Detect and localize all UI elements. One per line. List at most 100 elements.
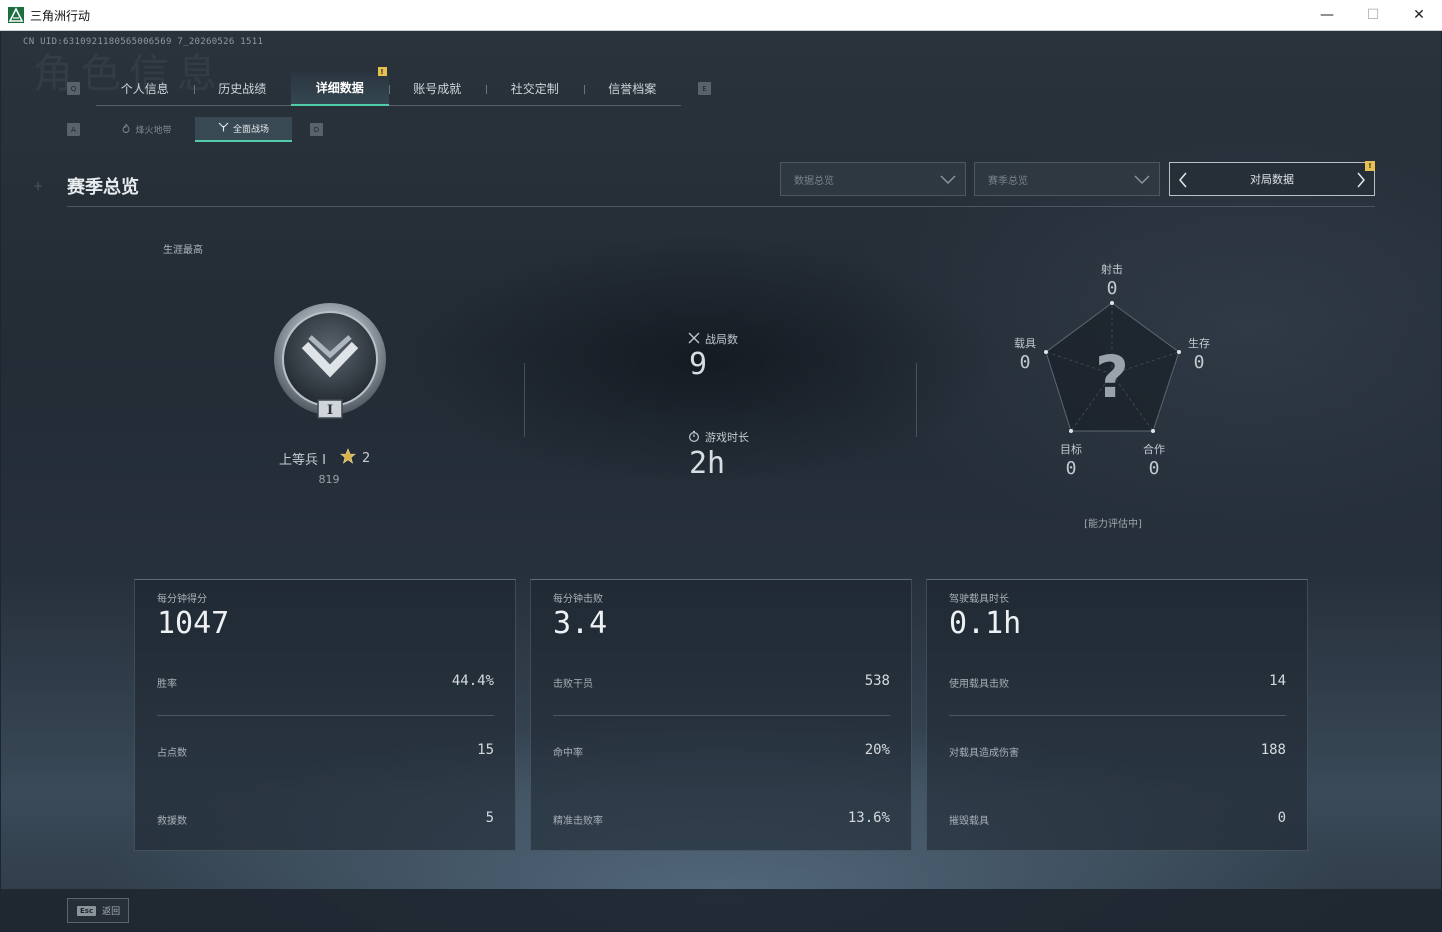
subtab-warfare[interactable]: 全面战场: [195, 117, 292, 142]
section-divider: [67, 206, 1375, 207]
row-label: 命中率: [553, 748, 583, 759]
row-label: 使用载具击败: [949, 679, 1009, 690]
subtab-label: 烽火地带: [135, 126, 172, 136]
notification-badge: !: [377, 67, 387, 76]
card-row: 命中率 20%: [553, 740, 890, 762]
maximize-button[interactable]: ☐: [1350, 0, 1396, 30]
playtime-value: 2h: [689, 446, 726, 481]
playtime-label-text: 游戏时长: [705, 431, 749, 444]
tab-history[interactable]: 历史战绩: [193, 71, 292, 106]
stat-card-kills: 每分钟击败 3.4 击败干员 538 命中率 20% 精准击败率 13.6%: [530, 579, 912, 851]
tab-label: 账号成就: [413, 82, 462, 96]
flame-icon: [121, 123, 131, 136]
esc-key-hint: Esc: [77, 905, 97, 916]
radar-value-shooting: 0: [1106, 278, 1118, 299]
card-divider: [553, 715, 890, 716]
window-titlebar: 三角洲行动 — ☐ ✕: [0, 0, 1442, 31]
row-value: 13.6%: [847, 810, 890, 826]
back-button[interactable]: Esc 返回: [67, 898, 129, 923]
chevron-down-icon: [1133, 171, 1151, 190]
card-main-value: 0.1h: [949, 606, 1022, 641]
player-uid: CN UID:6310921180565006569 7_20260526 15…: [23, 37, 264, 47]
match-data-pager[interactable]: 对局数据 !: [1169, 161, 1375, 196]
matches-value: 9: [689, 347, 708, 382]
card-row: 占点数 15: [157, 740, 494, 762]
card-title: 每分钟得分: [157, 594, 207, 605]
season-dropdown[interactable]: 赛季总览: [974, 162, 1160, 196]
stat-card-vehicle: 驾驶载具时长 0.1h 使用载具击败 14 对载具造成伤害 188 摧毁载具 0: [926, 579, 1308, 851]
radar-status-note: [能力评估中]: [1084, 519, 1142, 530]
rank-roman-numeral: I: [327, 403, 333, 418]
matches-label: 战局数: [688, 331, 738, 347]
main-tabs: 个人信息 历史战绩 详细数据! 账号成就 社交定制 信誉档案: [96, 67, 682, 106]
decor-cross-icon: +: [33, 179, 44, 193]
card-row: 救援数 5: [157, 808, 494, 830]
tab-achievements[interactable]: 账号成就: [388, 71, 487, 106]
row-label: 救援数: [157, 816, 187, 827]
matches-label-text: 战局数: [705, 333, 738, 346]
card-main-value: 1047: [157, 606, 230, 641]
tab-label: 详细数据: [315, 81, 364, 95]
card-divider: [157, 715, 494, 716]
radar-label-teamwork: 合作: [1143, 443, 1165, 456]
radar-value-teamwork: 0: [1148, 458, 1160, 479]
row-value: 14: [1269, 673, 1286, 689]
row-value: 15: [477, 742, 494, 758]
radar-value-objective: 0: [1065, 458, 1077, 479]
notification-badge: !: [1365, 161, 1375, 171]
radar-value-vehicle: 0: [1019, 352, 1031, 373]
card-main-value: 3.4: [553, 606, 608, 641]
row-label: 占点数: [157, 748, 187, 759]
key-hint-prev-tab: Q: [67, 82, 80, 95]
row-label: 对载具造成伤害: [949, 748, 1019, 759]
dropdown-value: 赛季总览: [988, 175, 1028, 187]
close-button[interactable]: ✕: [1396, 0, 1442, 30]
card-divider: [949, 715, 1286, 716]
row-label: 精准击败率: [553, 816, 603, 827]
battlefield-icon: [218, 122, 229, 135]
radar-label-objective: 目标: [1060, 443, 1082, 456]
section-title: 赛季总览: [67, 177, 139, 198]
tab-social[interactable]: 社交定制: [486, 71, 584, 106]
tab-detailed-data[interactable]: 详细数据!: [291, 67, 389, 106]
row-label: 胜率: [157, 679, 177, 690]
tab-label: 个人信息: [120, 82, 169, 96]
crossed-swords-icon: [688, 332, 700, 347]
footer-bar: Esc 返回: [1, 889, 1441, 931]
tab-label: 历史战绩: [218, 82, 267, 96]
window-title: 三角洲行动: [30, 9, 91, 23]
stat-card-score: 每分钟得分 1047 胜率 44.4% 占点数 15 救援数 5: [134, 579, 516, 851]
card-row: 精准击败率 13.6%: [553, 808, 890, 830]
card-row: 使用载具击败 14: [949, 671, 1286, 693]
divider: [916, 363, 917, 437]
tab-personal-info[interactable]: 个人信息: [96, 71, 194, 106]
chevron-right-icon[interactable]: [1356, 171, 1366, 192]
stopwatch-icon: [688, 430, 700, 445]
back-label: 返回: [102, 907, 121, 917]
data-type-dropdown[interactable]: 数据总览: [780, 162, 966, 196]
pager-label: 对局数据: [1250, 173, 1294, 186]
tab-reputation[interactable]: 信誉档案: [583, 71, 682, 106]
row-label: 摧毁载具: [949, 816, 989, 827]
tab-label: 社交定制: [510, 82, 559, 96]
rank-stars: 2: [340, 448, 370, 468]
chevron-left-icon[interactable]: [1178, 171, 1188, 192]
divider: [524, 363, 525, 437]
radar-unknown-mark: ?: [1095, 343, 1129, 411]
rank-points: 819: [318, 473, 340, 486]
playtime-label: 游戏时长: [688, 429, 749, 445]
game-canvas: 角色信息 CN UID:6310921180565006569 7_202605…: [1, 31, 1441, 931]
subtab-operations[interactable]: 烽火地带: [98, 117, 195, 142]
card-row: 击败干员 538: [553, 671, 890, 693]
rank-title: 上等兵 I 2: [279, 448, 370, 468]
row-value: 0: [1277, 810, 1286, 826]
card-row: 胜率 44.4%: [157, 671, 494, 693]
minimize-button[interactable]: —: [1304, 0, 1350, 30]
row-value: 5: [485, 810, 494, 826]
key-hint-next-tab: E: [698, 82, 711, 95]
dropdown-value: 数据总览: [794, 175, 834, 187]
key-hint-prev-subtab: A: [67, 123, 80, 136]
star-count: 2: [361, 450, 371, 466]
card-title: 驾驶载具时长: [949, 594, 1009, 605]
star-icon: [340, 448, 356, 468]
